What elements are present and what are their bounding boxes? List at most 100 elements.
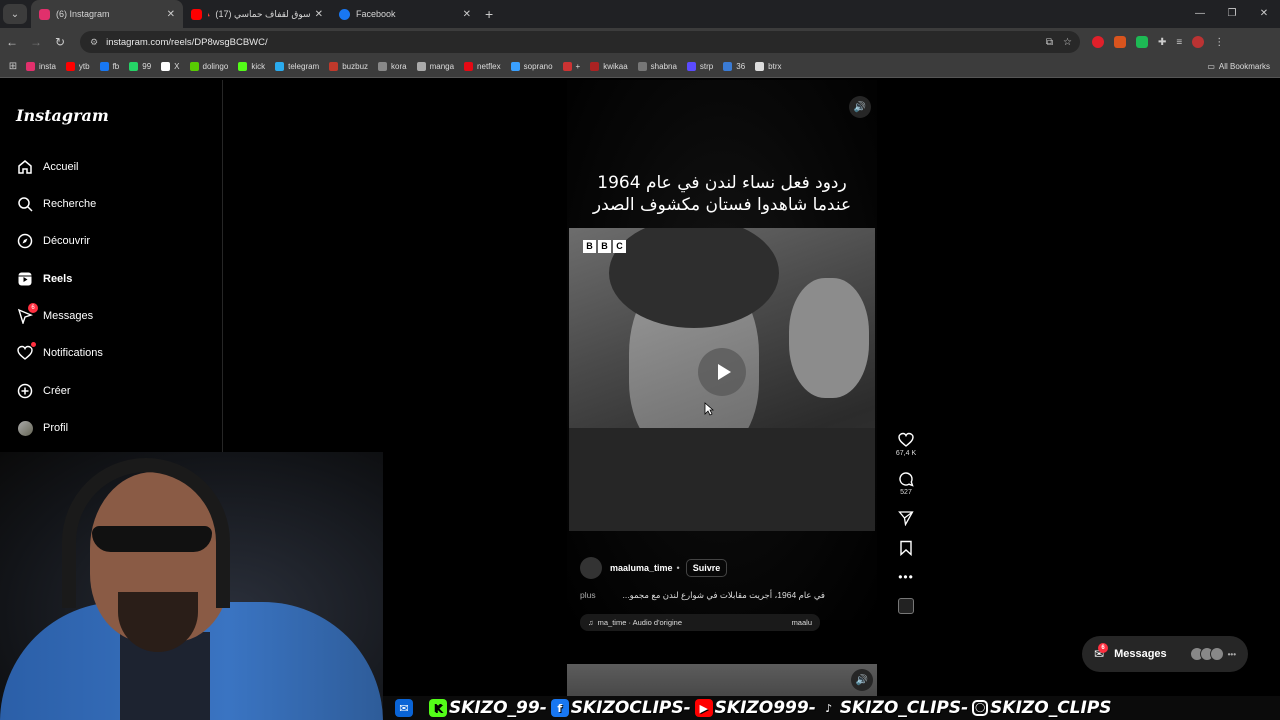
audio-thumbnail[interactable] <box>898 598 914 614</box>
bookmark-label: strp <box>699 62 714 71</box>
comment-button[interactable]: 527 <box>898 471 914 496</box>
bookmark-item[interactable]: buzbuz <box>329 62 368 71</box>
author-avatar[interactable] <box>580 557 602 579</box>
sunglasses-icon <box>92 526 212 552</box>
bookmark-label: insta <box>39 62 56 71</box>
bookmark-item[interactable]: dolingo <box>189 62 229 71</box>
bookmark-item[interactable]: 99 <box>129 62 151 71</box>
bookmark-item[interactable]: manga <box>416 62 454 71</box>
forward-icon[interactable]: → <box>24 35 48 49</box>
bookmark-item[interactable]: shabna <box>637 62 677 71</box>
video-subject-coat <box>569 428 875 531</box>
bookmark-item[interactable]: + <box>562 62 580 71</box>
sidebar-item-recherche[interactable]: Recherche <box>16 195 96 213</box>
reel-description[interactable]: plus في عام 1964، أجريت مقابلات في شوارع… <box>580 590 825 601</box>
sidebar-item-label: Découvrir <box>43 235 91 247</box>
close-icon[interactable]: ✕ <box>463 9 471 20</box>
apps-grid-icon[interactable]: ⊞ <box>0 61 26 72</box>
reel-video[interactable]: BBC <box>569 228 875 531</box>
share-button[interactable] <box>898 510 914 526</box>
restore-icon[interactable]: ❐ <box>1216 0 1248 28</box>
volume-icon[interactable]: 🔊 <box>849 96 871 118</box>
caption-line: ردود فعل نساء لندن في عام 1964 <box>597 173 847 193</box>
bookmark-item[interactable]: telegram <box>275 62 319 71</box>
recent-contacts-avatars <box>1189 647 1224 661</box>
sidebar-item-label: Recherche <box>43 198 97 210</box>
sidebar-item-reels[interactable]: Reels <box>16 270 72 288</box>
close-window-icon[interactable]: ✕ <box>1248 0 1280 28</box>
tab-search-button[interactable]: ⌄ <box>3 4 27 24</box>
tab-youtube[interactable]: سوق لقفاف حماسي (17) 🔺 رازرا ✕ <box>183 0 331 28</box>
tab-facebook[interactable]: Facebook ✕ <box>331 0 479 28</box>
media-icon[interactable]: ≡ <box>1176 37 1182 48</box>
messages-label: Messages <box>1114 648 1167 660</box>
profile-avatar-icon[interactable] <box>1192 36 1205 48</box>
more-options-button[interactable]: ••• <box>898 570 914 584</box>
site-info-icon[interactable]: ⚙ <box>90 37 98 48</box>
audio-track[interactable]: ♫ ma_time · Audio d'origine maalu <box>580 614 820 631</box>
youtube-icon: ▶ <box>694 699 713 717</box>
reel-caption-overlay: ردود فعل نساء لندن في عام 1964 عندما شاه… <box>567 172 877 216</box>
puzzle-icon[interactable]: ✚ <box>1158 37 1166 48</box>
sidebar-item-accueil[interactable]: Accueil <box>16 158 78 176</box>
like-button[interactable]: 67,4 K <box>896 432 916 457</box>
new-tab-button[interactable]: + <box>485 6 493 22</box>
close-icon[interactable]: ✕ <box>315 9 323 20</box>
bookmark-item[interactable]: strp <box>686 62 714 71</box>
facebook-icon: f <box>550 699 569 717</box>
bookmark-item[interactable]: kick <box>238 62 265 71</box>
streamer-webcam <box>0 452 383 720</box>
social-handles-overlay: ✉ K SKIZO_99- f SKIZOCLIPS - ▶ SKIZO999- ♪ SK… <box>383 696 1280 720</box>
back-icon[interactable]: ← <box>0 35 24 49</box>
bookmark-item[interactable]: kora <box>378 62 407 71</box>
bookmark-item[interactable]: X <box>161 62 180 71</box>
extension-red-icon[interactable] <box>1092 36 1104 48</box>
save-button[interactable] <box>899 540 913 556</box>
messages-pill[interactable]: ✉ 6 Messages ••• <box>1082 636 1248 672</box>
sidebar-item-profil[interactable]: Profil <box>16 419 68 437</box>
sidebar-item-messages[interactable]: 6 Messages <box>16 303 93 325</box>
bookmark-item[interactable]: kwikaa <box>590 62 628 71</box>
bookmark-item[interactable]: netflex <box>464 62 501 71</box>
sidebar-item-label: Accueil <box>43 161 79 173</box>
kebab-menu-icon[interactable]: ⋮ <box>1214 37 1224 48</box>
bookmark-item[interactable]: btrx <box>755 62 782 71</box>
sidebar-item-decouvrir[interactable]: Découvrir <box>16 232 90 250</box>
extension-fox-icon[interactable] <box>1114 36 1126 48</box>
sidebar-item-creer[interactable]: Créer <box>16 382 71 400</box>
address-bar[interactable]: ⚙ instagram.com/reels/DP8wsgBCBWC/ ⧉ ☆ <box>80 31 1080 53</box>
outlook-icon: ✉ <box>395 699 413 717</box>
tab-instagram[interactable]: (6) Instagram ✕ <box>31 0 183 28</box>
play-button[interactable] <box>698 348 746 396</box>
bookmark-item[interactable]: soprano <box>510 62 553 71</box>
sidebar-item-notifications[interactable]: Notifications <box>16 342 103 362</box>
bookmark-label: X <box>174 62 180 71</box>
bookmark-label: dolingo <box>202 62 229 71</box>
bookmark-item[interactable]: ytb <box>65 62 90 71</box>
bookmark-label: btrx <box>768 62 782 71</box>
bookmark-item[interactable]: fb <box>99 62 119 71</box>
minimize-icon[interactable]: — <box>1184 0 1216 28</box>
bookmark-label: netflex <box>477 62 501 71</box>
install-app-icon[interactable]: ⧉ <box>1046 37 1053 48</box>
follow-button[interactable]: Suivre <box>685 559 728 577</box>
reload-icon[interactable]: ↻ <box>48 35 72 49</box>
bookmark-star-icon[interactable]: ☆ <box>1063 37 1072 48</box>
bookmark-item[interactable]: 36 <box>723 62 745 71</box>
instagram-logo[interactable]: Instagram <box>16 106 109 125</box>
messenger-icon: ✉ 6 <box>1094 643 1109 661</box>
messages-badge: 6 <box>1098 643 1109 653</box>
more-link[interactable]: plus <box>580 590 596 601</box>
all-bookmarks-button[interactable]: ▭ All Bookmarks <box>1207 62 1270 71</box>
facebook-handle: f SKIZOCLIPS - <box>550 698 691 718</box>
extension-green-icon[interactable] <box>1136 36 1148 48</box>
author-name[interactable]: maaluma_time <box>610 563 673 573</box>
bookmark-label: 99 <box>142 62 152 71</box>
volume-icon[interactable]: 🔊 <box>851 669 873 691</box>
tab-title: Facebook <box>356 9 396 19</box>
bookmarks-bar: ⊞ insta ytb fb 99 Xdolingo kick telegram buzbuz… <box>0 56 1280 78</box>
tiktok-icon: ♪ <box>825 701 833 715</box>
video-subject-hair <box>609 228 779 328</box>
bookmark-item[interactable]: insta <box>26 62 56 71</box>
close-icon[interactable]: ✕ <box>167 9 175 20</box>
